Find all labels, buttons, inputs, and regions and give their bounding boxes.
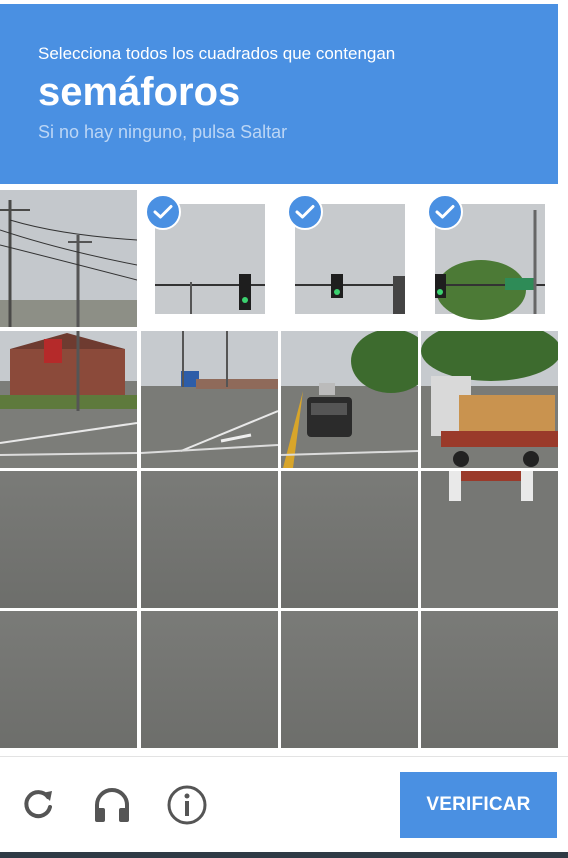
grid-tile-15[interactable] xyxy=(281,611,418,748)
skip-hint-text: Si no hay ninguno, pulsa Saltar xyxy=(38,122,288,142)
headphones-icon[interactable] xyxy=(88,780,136,830)
image-grid xyxy=(0,190,558,748)
footer-divider xyxy=(0,756,568,757)
challenge-header: Selecciona todos los cuadrados que conte… xyxy=(0,4,558,184)
grid-tile-5[interactable] xyxy=(0,331,137,468)
info-icon[interactable] xyxy=(163,780,211,830)
grid-tile-8[interactable] xyxy=(421,331,558,468)
verify-button[interactable]: VERIFICAR xyxy=(400,772,557,838)
grid-tile-4[interactable] xyxy=(421,190,558,327)
grid-tile-10[interactable] xyxy=(141,471,278,608)
grid-tile-14[interactable] xyxy=(141,611,278,748)
grid-tile-16[interactable] xyxy=(421,611,558,748)
grid-tile-13[interactable] xyxy=(0,611,137,748)
grid-tile-9[interactable] xyxy=(0,471,137,608)
grid-tile-2[interactable] xyxy=(141,190,278,327)
instruction-text: Selecciona todos los cuadrados que conte… xyxy=(38,44,396,63)
grid-tile-11[interactable] xyxy=(281,471,418,608)
selected-checkmark-icon xyxy=(145,194,181,230)
grid-tile-6[interactable] xyxy=(141,331,278,468)
grid-tile-12[interactable] xyxy=(421,471,558,608)
selected-checkmark-icon xyxy=(427,194,463,230)
grid-tile-1[interactable] xyxy=(0,190,137,327)
selected-checkmark-icon xyxy=(287,194,323,230)
grid-tile-3[interactable] xyxy=(281,190,418,327)
bottom-edge-bar xyxy=(0,852,568,858)
target-object-text: semáforos xyxy=(38,70,241,114)
reload-icon[interactable] xyxy=(14,780,62,830)
grid-tile-7[interactable] xyxy=(281,331,418,468)
